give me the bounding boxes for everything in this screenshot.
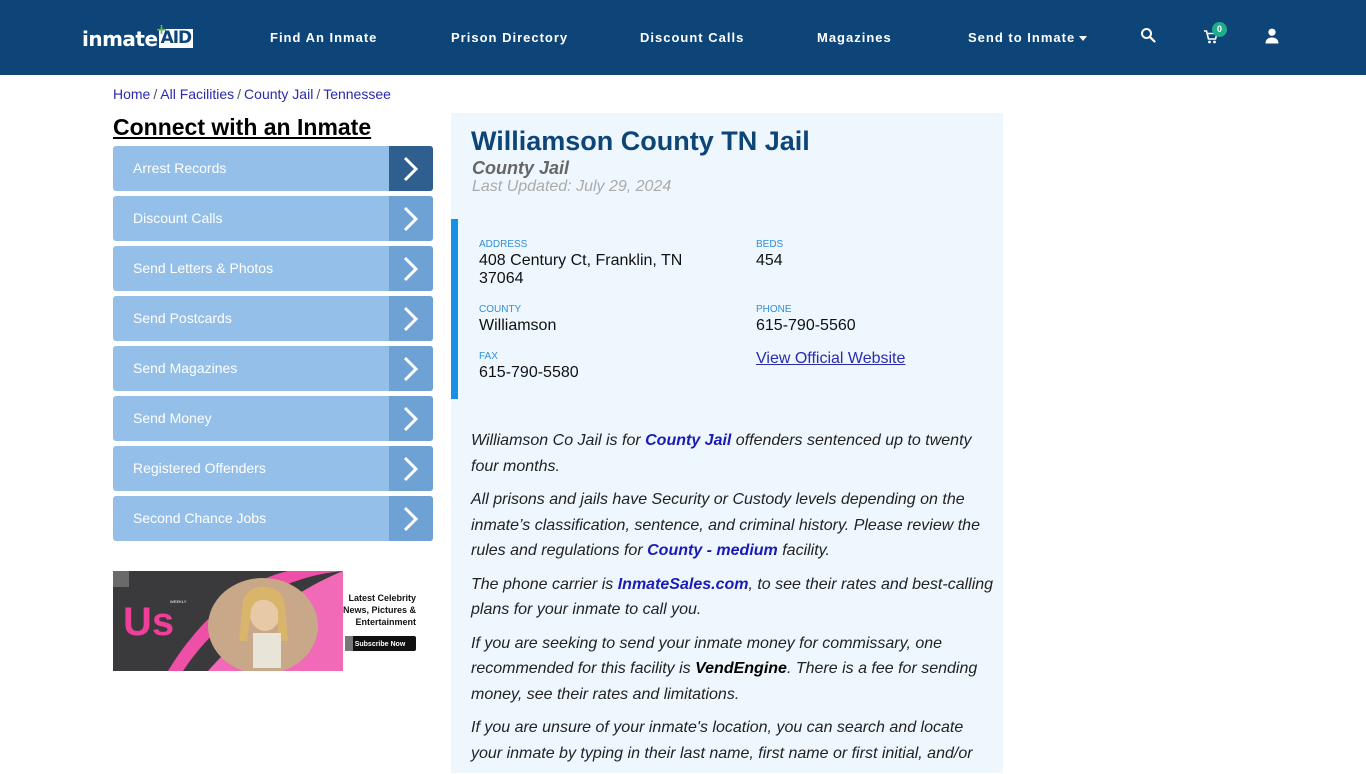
chevron-right-icon — [389, 196, 433, 241]
sidebar-item-label: Discount Calls — [133, 210, 223, 226]
nav-find-inmate[interactable]: Find An Inmate — [270, 30, 377, 45]
sidebar-item-send-money[interactable]: Send Money — [113, 396, 433, 441]
logo-aid-text: + AID — [155, 22, 194, 48]
security-level-link[interactable]: County - medium — [647, 542, 778, 559]
breadcrumb-tennessee[interactable]: Tennessee — [323, 86, 391, 102]
cart-count-badge: 0 — [1212, 22, 1227, 37]
sidebar-item-arrest-records[interactable]: Arrest Records — [113, 146, 433, 191]
search-icon[interactable] — [1140, 27, 1158, 45]
fax-field: FAX 615-790-5580 — [479, 351, 579, 382]
chevron-right-icon — [389, 146, 433, 191]
beds-value: 454 — [756, 252, 783, 269]
sidebar-item-label: Send Postcards — [133, 310, 232, 326]
sidebar-item-send-letters-photos[interactable]: Send Letters & Photos — [113, 246, 433, 291]
svg-text:Latest Celebrity: Latest Celebrity — [348, 593, 416, 603]
ad-brand: Us — [123, 600, 174, 644]
beds-label: BEDS — [756, 239, 784, 250]
sidebar-item-label: Send Letters & Photos — [133, 260, 274, 276]
chevron-right-icon — [389, 246, 433, 291]
chevron-right-icon — [389, 346, 433, 391]
breadcrumb-county-jail[interactable]: County Jail — [244, 86, 313, 102]
address-label: ADDRESS — [479, 239, 528, 250]
facility-panel: Williamson County TN Jail County Jail La… — [451, 113, 1003, 773]
logo-text: inmate — [82, 27, 158, 51]
nav-prison-directory[interactable]: Prison Directory — [451, 30, 568, 45]
description-paragraph: Williamson Co Jail is for County Jail of… — [471, 432, 972, 475]
description-paragraph: If you are unsure of your inmate's locat… — [471, 719, 973, 762]
last-updated: Last Updated: July 29, 2024 — [472, 178, 672, 195]
sidebar-item-label: Arrest Records — [133, 160, 227, 176]
breadcrumb-all-facilities[interactable]: All Facilities — [160, 86, 234, 102]
address-field: ADDRESS 408 Century Ct, Franklin, TN 370… — [479, 239, 682, 288]
facility-type: County Jail — [472, 158, 570, 178]
breadcrumb: Home / All Facilities / County Jail / Tennesse… — [113, 86, 391, 102]
nav-send-to-inmate[interactable]: Send to Inmate — [968, 30, 1088, 45]
svg-text:Entertainment: Entertainment — [355, 617, 416, 627]
sidebar-item-label: Send Money — [133, 410, 212, 426]
description-paragraph: All prisons and jails have Security or C… — [471, 491, 980, 559]
svg-text:News, Pictures &: News, Pictures & — [343, 605, 417, 615]
chevron-right-icon — [389, 396, 433, 441]
sidebar-menu: Arrest Records Discount Calls Send Lette… — [113, 146, 433, 546]
chevron-right-icon — [389, 296, 433, 341]
fax-value: 615-790-5580 — [479, 364, 579, 381]
svg-text:WEEKLY: WEEKLY — [170, 599, 187, 604]
sidebar-item-send-magazines[interactable]: Send Magazines — [113, 346, 433, 391]
top-navbar: inmate + AID Find An Inmate Prison Direct… — [0, 0, 1366, 75]
phone-field: PHONE 615-790-5560 — [756, 304, 856, 335]
phone-value: 615-790-5560 — [756, 317, 856, 334]
phone-carrier-link[interactable]: InmateSales.com — [618, 576, 749, 593]
sidebar-item-registered-offenders[interactable]: Registered Offenders — [113, 446, 433, 491]
nav-discount-calls[interactable]: Discount Calls — [640, 30, 744, 45]
sidebar-item-second-chance-jobs[interactable]: Second Chance Jobs — [113, 496, 433, 541]
county-field: COUNTY Williamson — [479, 304, 556, 335]
county-jail-link[interactable]: County Jail — [645, 432, 731, 449]
official-website-link[interactable]: View Official Website — [756, 350, 905, 367]
ad-subscribe-button: Subscribe Now — [355, 641, 406, 648]
description-paragraph: If you are seeking to send your inmate m… — [471, 634, 978, 703]
facility-title: Williamson County TN Jail — [471, 126, 810, 156]
chevron-right-icon — [389, 446, 433, 491]
sidebar-item-discount-calls[interactable]: Discount Calls — [113, 196, 433, 241]
phone-label: PHONE — [756, 304, 792, 315]
breadcrumb-home[interactable]: Home — [113, 86, 150, 102]
chevron-right-icon — [389, 496, 433, 541]
facility-description: Williamson Co Jail is for County Jail of… — [471, 428, 996, 774]
sidebar-item-send-postcards[interactable]: Send Postcards — [113, 296, 433, 341]
beds-field: BEDS 454 — [756, 239, 783, 270]
fax-label: FAX — [479, 351, 498, 362]
sidebar-item-label: Registered Offenders — [133, 460, 266, 476]
address-line2: 37064 — [479, 270, 524, 287]
plus-icon: + — [155, 22, 168, 38]
website-field: View Official Website — [756, 350, 905, 368]
address-line1: 408 Century Ct, Franklin, TN — [479, 252, 683, 269]
nav-magazines[interactable]: Magazines — [817, 30, 892, 45]
caret-down-icon — [1079, 36, 1088, 42]
money-vendor-name: VendEngine — [695, 660, 787, 677]
sidebar-item-label: Send Magazines — [133, 360, 238, 376]
inmateaid-logo[interactable]: inmate + AID — [82, 22, 194, 51]
county-value: Williamson — [479, 317, 557, 334]
us-weekly-ad-banner[interactable]: Us WEEKLY Latest Celebrity News, Picture… — [113, 571, 420, 671]
sidebar-title: Connect with an Inmate — [113, 114, 372, 140]
facility-info-card: ADDRESS 408 Century Ct, Franklin, TN 370… — [451, 219, 1003, 399]
county-label: COUNTY — [479, 304, 522, 315]
user-icon[interactable] — [1265, 28, 1283, 46]
sidebar-item-label: Second Chance Jobs — [133, 510, 267, 526]
ad-artwork: Us WEEKLY Latest Celebrity News, Picture… — [113, 571, 417, 671]
description-paragraph: The phone carrier is InmateSales.com, to… — [471, 575, 994, 619]
